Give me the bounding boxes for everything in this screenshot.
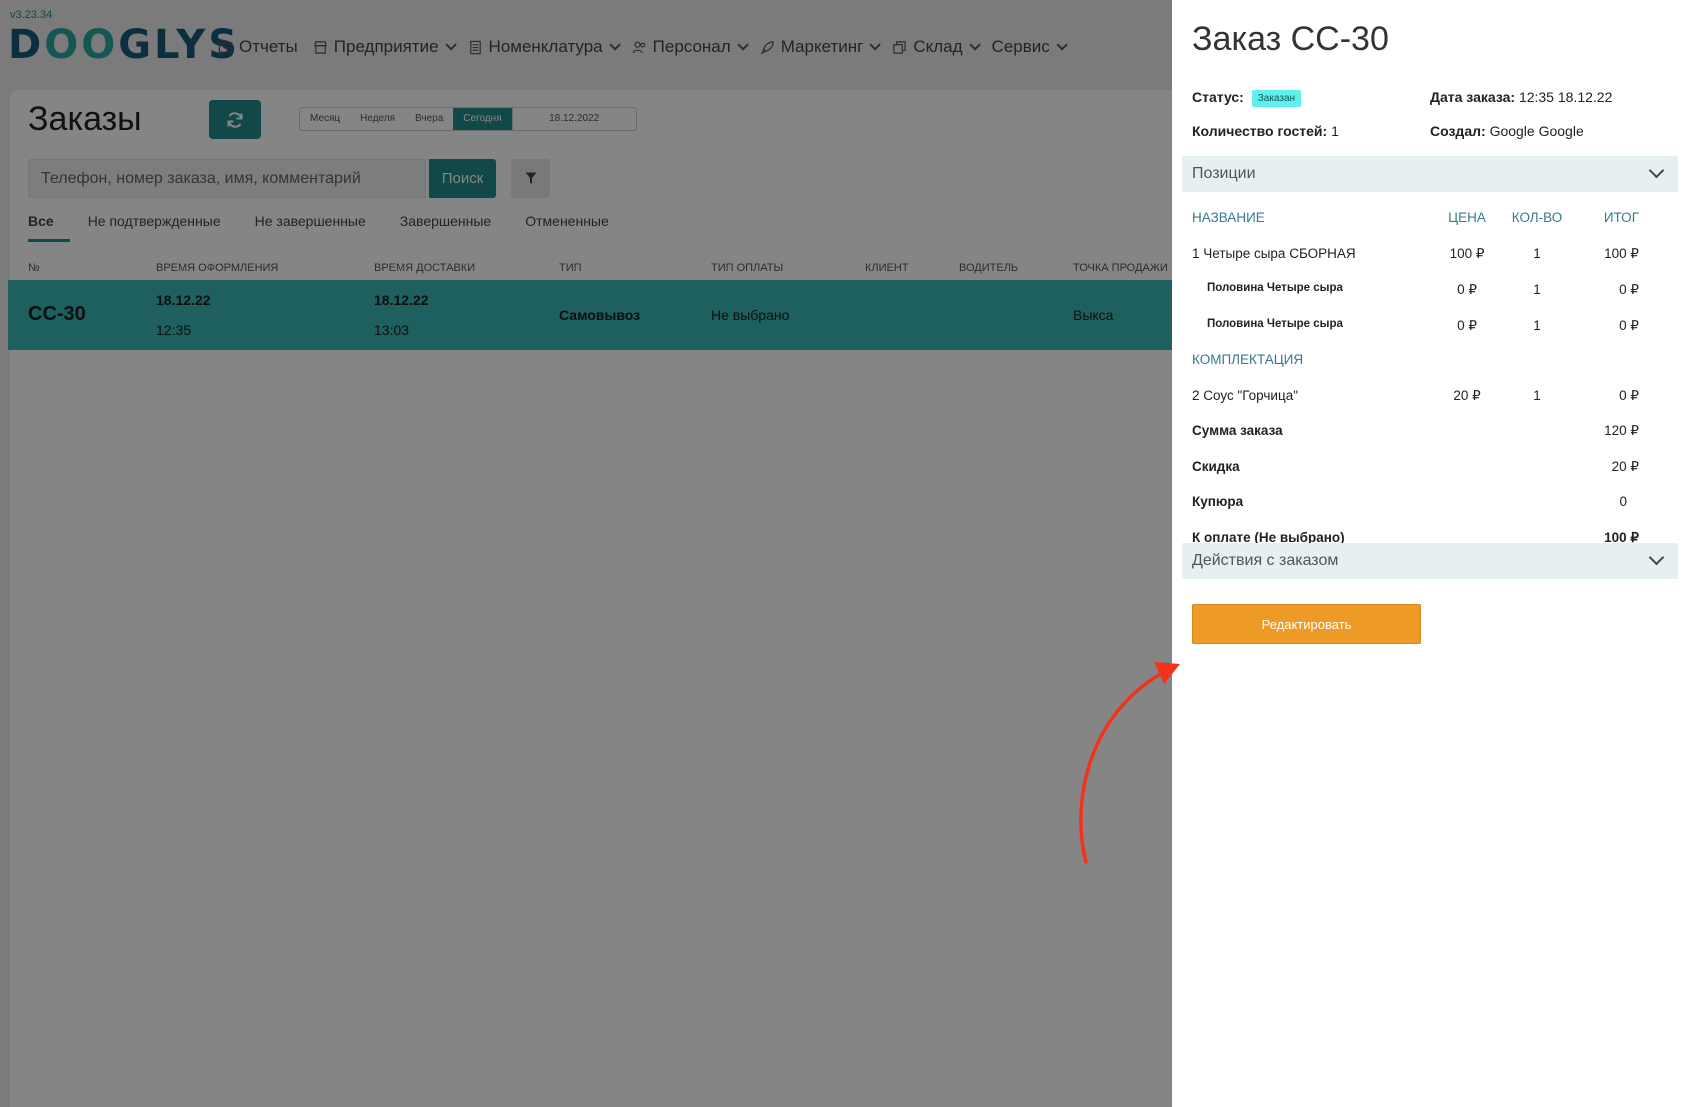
guests-count: Количество гостей: 1 (1192, 123, 1339, 139)
col-price: ЦЕНА (1448, 210, 1486, 225)
order-creator: Создал: Google Google (1430, 123, 1584, 139)
banknote-value: 0 (1619, 494, 1627, 509)
item-qty: 1 (1533, 387, 1541, 403)
item-total: 100 ₽ (1604, 245, 1639, 261)
edit-order-button[interactable]: Редактировать (1192, 604, 1421, 644)
item-qty: 1 (1533, 282, 1541, 297)
item-price: 0 ₽ (1457, 317, 1477, 333)
extra-row: 2 Соус "Горчица" 20 ₽ 1 0 ₽ (1192, 378, 1662, 414)
item-qty: 1 (1533, 317, 1541, 333)
group-label-row: КОМПЛЕКТАЦИЯ (1192, 342, 1662, 378)
item-price: 100 ₽ (1449, 245, 1485, 261)
guests-label: Количество гостей: (1192, 123, 1328, 139)
positions-title: Позиции (1192, 165, 1256, 182)
status-badge: Заказан (1251, 90, 1302, 107)
item-qty: 1 (1533, 245, 1541, 261)
item-price: 0 ₽ (1457, 282, 1477, 297)
positions-header-row: НАЗВАНИЕ ЦЕНА КОЛ-ВО ИТОГ (1192, 200, 1662, 236)
chevron-down-icon (1648, 549, 1665, 566)
col-name: НАЗВАНИЕ (1192, 210, 1265, 225)
col-total: ИТОГ (1603, 210, 1639, 225)
sum-label: Сумма заказа (1192, 423, 1283, 438)
banknote-label: Купюра (1192, 494, 1244, 509)
positions-accordion[interactable]: Позиции (1182, 156, 1678, 192)
order-date-value: 12:35 18.12.22 (1518, 89, 1613, 105)
summary-banknote-row: Купюра 0 (1192, 484, 1662, 520)
item-price: 20 ₽ (1453, 387, 1481, 403)
discount-value: 20 ₽ (1611, 458, 1639, 474)
orders-app: v3.23.34 DOOGLYS Отчеты Предприятие Номе… (0, 0, 1172, 1107)
actions-accordion[interactable]: Действия с заказом (1182, 543, 1678, 579)
discount-label: Скидка (1192, 458, 1240, 474)
item-name: Половина Четыре сыра (1207, 282, 1343, 294)
item-name: Половина Четыре сыра (1207, 317, 1343, 330)
actions-title: Действия с заказом (1192, 552, 1339, 569)
position-subrow: Половина Четыре сыра 0 ₽ 1 0 ₽ (1192, 307, 1662, 343)
group-label: КОМПЛЕКТАЦИЯ (1192, 352, 1304, 367)
summary-sum-row: Сумма заказа 120 ₽ (1192, 413, 1662, 449)
creator-label: Создал: (1430, 123, 1486, 139)
order-date: Дата заказа: 12:35 18.12.22 (1430, 89, 1612, 105)
item-total: 0 ₽ (1619, 387, 1639, 403)
positions-table: НАЗВАНИЕ ЦЕНА КОЛ-ВО ИТОГ 1 Четыре сыра … (1192, 200, 1662, 555)
annotation-arrow-icon (1079, 662, 1180, 864)
guests-value: 1 (1331, 123, 1339, 139)
item-total: 0 ₽ (1619, 282, 1639, 297)
modal-overlay[interactable] (0, 0, 1172, 1107)
chevron-down-icon (1648, 162, 1665, 179)
item-name: 2 Соус "Горчица" (1192, 387, 1298, 403)
panel-title: Заказ CC-30 (1192, 20, 1389, 58)
status-label: Статус: (1192, 89, 1244, 105)
order-date-label: Дата заказа: (1430, 89, 1516, 105)
position-row: 1 Четыре сыра СБОРНАЯ 100 ₽ 1 100 ₽ (1192, 236, 1662, 272)
item-name: 1 Четыре сыра СБОРНАЯ (1192, 245, 1356, 261)
creator-value: Google Google (1489, 123, 1584, 139)
sum-value: 120 ₽ (1604, 423, 1639, 438)
item-total: 0 ₽ (1619, 317, 1639, 333)
summary-discount-row: Скидка 20 ₽ (1192, 449, 1662, 485)
position-subrow: Половина Четыре сыра 0 ₽ 1 0 ₽ (1192, 271, 1662, 307)
order-detail-panel: Заказ CC-30 Статус: Заказан Дата заказа:… (1172, 0, 1687, 1107)
col-qty: КОЛ-ВО (1511, 210, 1563, 225)
order-status: Статус: Заказан (1192, 89, 1302, 107)
